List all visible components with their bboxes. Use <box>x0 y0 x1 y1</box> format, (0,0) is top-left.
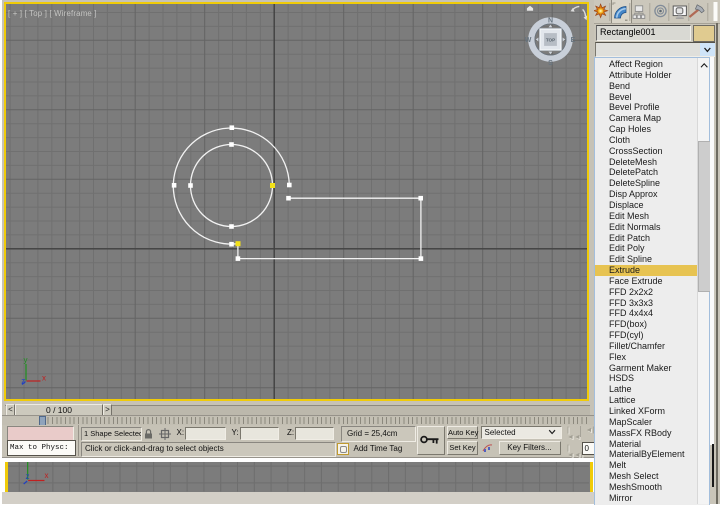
svg-text:z: z <box>21 377 25 386</box>
svg-text:x: x <box>44 471 48 480</box>
svg-text:S: S <box>548 60 553 67</box>
svg-text:z: z <box>25 472 29 481</box>
svg-text:N: N <box>548 18 553 25</box>
svg-text:y: y <box>24 356 28 365</box>
svg-text:E: E <box>571 37 576 44</box>
svg-text:x: x <box>42 374 46 383</box>
svg-text:TOP: TOP <box>546 38 555 43</box>
svg-text:W: W <box>525 37 532 44</box>
